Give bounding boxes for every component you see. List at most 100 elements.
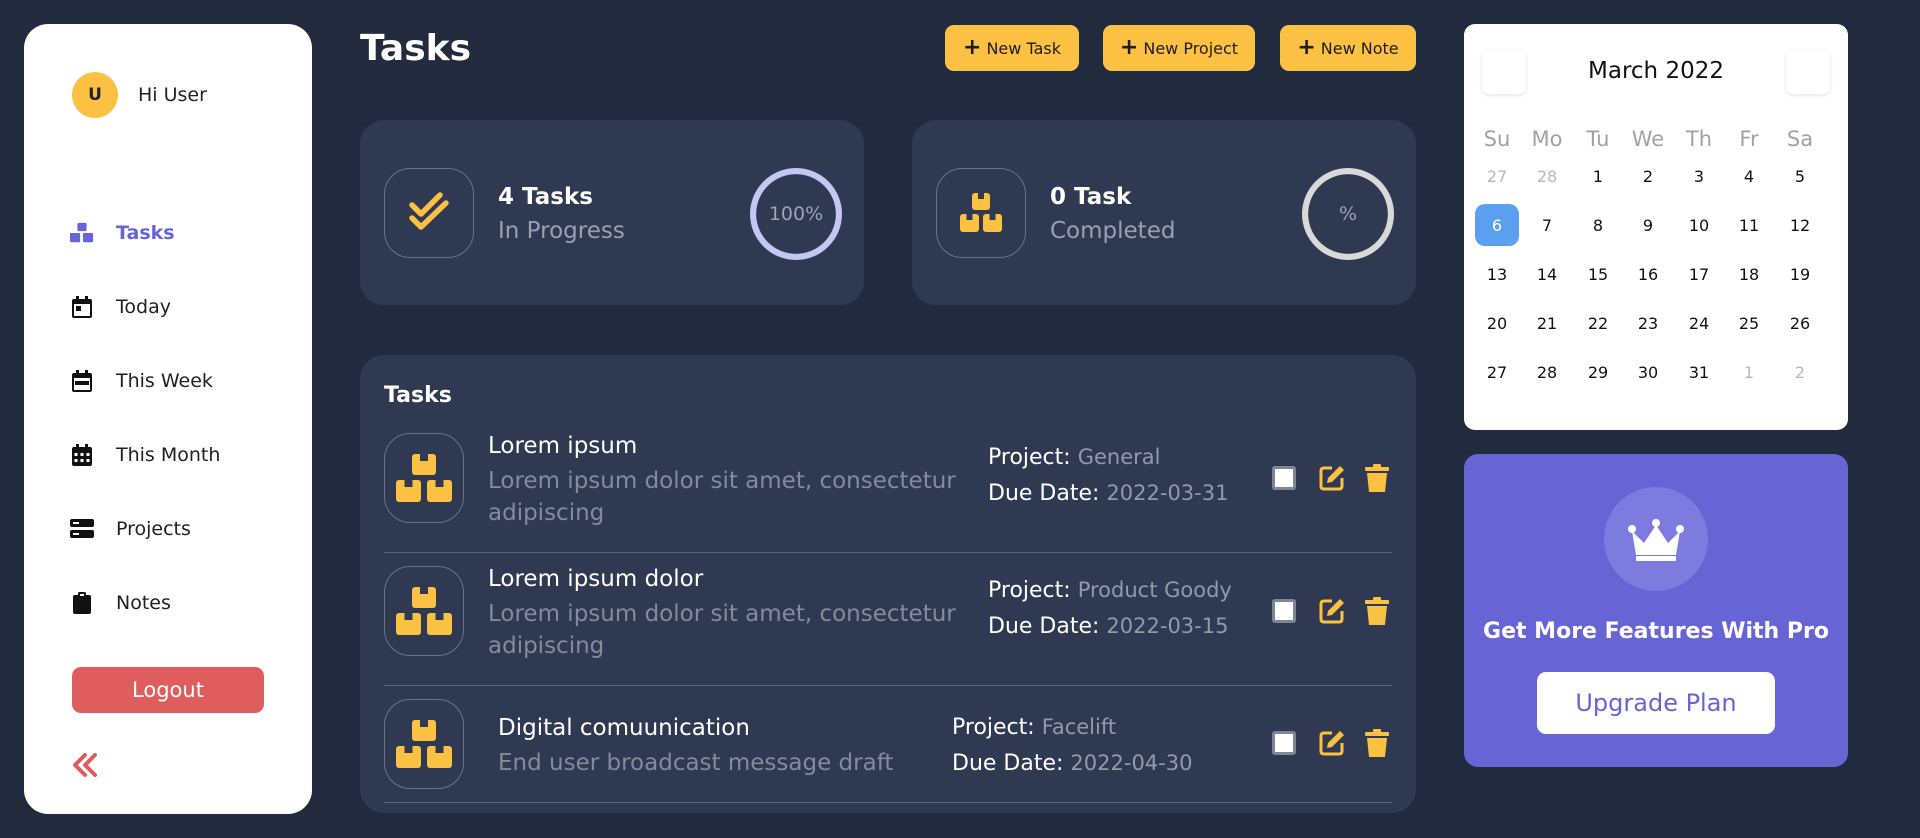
calendar-day[interactable]: 26 xyxy=(1778,302,1822,344)
calendar-day[interactable]: 10 xyxy=(1677,204,1721,246)
new-task-button[interactable]: + New Task xyxy=(945,25,1079,71)
project-label: Project: xyxy=(988,578,1071,603)
calendar-day[interactable]: 9 xyxy=(1626,204,1670,246)
stat-in-progress-count: 4 Tasks xyxy=(498,184,593,210)
calendar-day[interactable]: 4 xyxy=(1727,155,1771,197)
collapse-sidebar-icon[interactable] xyxy=(70,750,100,780)
calendar-day[interactable]: 30 xyxy=(1626,351,1670,393)
calendar-day[interactable]: 3 xyxy=(1677,155,1721,197)
calendar-day[interactable]: 17 xyxy=(1677,253,1721,295)
new-task-label: New Task xyxy=(986,38,1061,58)
calendar-day[interactable]: 2 xyxy=(1626,155,1670,197)
task-row[interactable]: Digital comuunication End user broadcast… xyxy=(384,699,1392,803)
clipboard-icon xyxy=(70,590,94,616)
calendar-day[interactable]: 2 xyxy=(1778,351,1822,393)
upgrade-plan-button[interactable]: Upgrade Plan xyxy=(1537,672,1775,734)
user-profile[interactable]: U Hi User xyxy=(72,72,207,118)
calendar-day[interactable]: 14 xyxy=(1525,253,1569,295)
task-icon-box xyxy=(384,699,464,789)
task-due-date: Due Date: 2022-03-31 xyxy=(988,475,1228,512)
nav-item-projects[interactable]: Projects xyxy=(70,516,191,542)
calendar-day[interactable]: 1 xyxy=(1576,155,1620,197)
calendar-day[interactable]: 29 xyxy=(1576,351,1620,393)
stat-icon-box xyxy=(384,168,474,258)
calendar-day[interactable]: 13 xyxy=(1475,253,1519,295)
nav-item-today[interactable]: Today xyxy=(70,294,171,320)
task-project: Project: Product Goody xyxy=(988,572,1232,609)
new-project-button[interactable]: + New Project xyxy=(1103,25,1255,71)
task-checkbox[interactable] xyxy=(1272,731,1296,755)
nav-item-notes[interactable]: Notes xyxy=(70,590,171,616)
weekday-header: We xyxy=(1631,127,1665,151)
task-project: Project: Facelift xyxy=(952,709,1116,746)
project-label: Project: xyxy=(988,445,1071,470)
progress-ring: 100% xyxy=(750,168,842,260)
nav-item-tasks[interactable]: Tasks xyxy=(70,220,175,246)
calendar-day[interactable]: 28 xyxy=(1525,155,1569,197)
task-due-date: Due Date: 2022-03-15 xyxy=(988,608,1228,645)
plus-icon: + xyxy=(963,35,982,60)
calendar-day[interactable]: 12 xyxy=(1778,204,1822,246)
calendar-day[interactable]: 21 xyxy=(1525,302,1569,344)
calendar-day[interactable]: 11 xyxy=(1727,204,1771,246)
task-row[interactable]: Lorem ipsum dolor Lorem ipsum dolor sit … xyxy=(384,566,1392,686)
calendar-day[interactable]: 8 xyxy=(1576,204,1620,246)
calendar-day[interactable]: 25 xyxy=(1727,302,1771,344)
calendar-day[interactable]: 23 xyxy=(1626,302,1670,344)
nav-item-week[interactable]: This Week xyxy=(70,368,213,394)
calendar-day[interactable]: 1 xyxy=(1727,351,1771,393)
due-value: 2022-03-15 xyxy=(1106,614,1229,638)
calendar-day[interactable]: 31 xyxy=(1677,351,1721,393)
calendar-day[interactable]: 20 xyxy=(1475,302,1519,344)
trash-icon[interactable] xyxy=(1365,597,1393,625)
task-icon-box xyxy=(384,566,464,656)
trash-icon[interactable] xyxy=(1365,729,1393,757)
double-check-icon xyxy=(409,192,449,230)
task-row[interactable]: Lorem ipsum Lorem ipsum dolor sit amet, … xyxy=(384,433,1392,553)
task-name: Digital comuunication xyxy=(498,715,750,741)
calendar-day[interactable]: 24 xyxy=(1677,302,1721,344)
calendar-day[interactable]: 22 xyxy=(1576,302,1620,344)
calendar-day[interactable]: 28 xyxy=(1525,351,1569,393)
new-project-label: New Project xyxy=(1143,38,1239,58)
calendar-day[interactable]: 6 xyxy=(1475,204,1519,246)
due-label: Due Date: xyxy=(988,614,1100,639)
plus-icon: + xyxy=(1297,35,1316,60)
calendar-day[interactable]: 27 xyxy=(1475,155,1519,197)
crown-icon xyxy=(1604,487,1708,591)
logout-button[interactable]: Logout xyxy=(72,667,264,713)
task-checkbox[interactable] xyxy=(1272,466,1296,490)
new-note-button[interactable]: + New Note xyxy=(1280,25,1416,71)
edit-icon[interactable] xyxy=(1318,597,1346,625)
calendar-day[interactable]: 5 xyxy=(1778,155,1822,197)
sidebar: U Hi User Tasks Today This Week This Mon… xyxy=(24,24,312,814)
edit-icon[interactable] xyxy=(1318,729,1346,757)
calendar-next-button[interactable] xyxy=(1786,50,1830,94)
project-label: Project: xyxy=(952,715,1035,740)
task-due-date: Due Date: 2022-04-30 xyxy=(952,745,1192,782)
nav-item-month[interactable]: This Month xyxy=(70,442,220,468)
calendar-day[interactable]: 7 xyxy=(1525,204,1569,246)
boxes-icon xyxy=(396,454,452,502)
tasks-panel: Tasks Lorem ipsum Lorem ipsum dolor sit … xyxy=(360,355,1416,813)
task-name: Lorem ipsum xyxy=(488,433,638,459)
nav-label-month: This Month xyxy=(116,444,221,466)
task-description: End user broadcast message draft xyxy=(498,750,894,776)
calendar-day[interactable]: 15 xyxy=(1576,253,1620,295)
due-value: 2022-04-30 xyxy=(1070,751,1193,775)
nav-label-projects: Projects xyxy=(116,518,191,540)
task-name: Lorem ipsum dolor xyxy=(488,566,704,592)
calendar-month-icon xyxy=(70,442,94,468)
trash-icon[interactable] xyxy=(1365,464,1393,492)
completed-ring: % xyxy=(1302,168,1394,260)
calendar-day[interactable]: 16 xyxy=(1626,253,1670,295)
edit-icon[interactable] xyxy=(1318,464,1346,492)
weekday-header: Th xyxy=(1685,127,1713,151)
calendar-day[interactable]: 27 xyxy=(1475,351,1519,393)
avatar[interactable]: U xyxy=(72,72,118,118)
weekday-header: Mo xyxy=(1531,127,1563,151)
calendar-day[interactable]: 18 xyxy=(1727,253,1771,295)
calendar-day[interactable]: 19 xyxy=(1778,253,1822,295)
task-checkbox[interactable] xyxy=(1272,599,1296,623)
boxes-icon xyxy=(70,220,94,246)
